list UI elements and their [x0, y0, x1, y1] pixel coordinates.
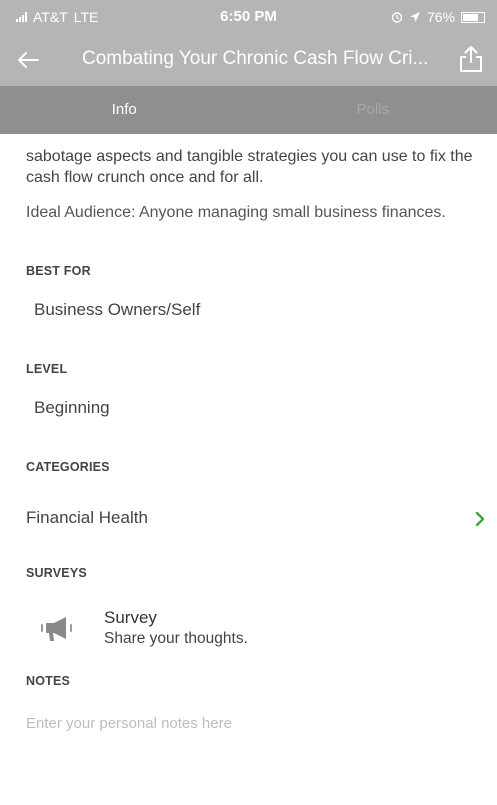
page-title: Combating Your Chronic Cash Flow Cri...	[82, 48, 429, 69]
ideal-audience: Ideal Audience: Anyone managing small bu…	[26, 204, 446, 221]
level-value: Beginning	[34, 398, 110, 417]
tab-info[interactable]: Info	[0, 86, 249, 134]
battery-fill	[463, 13, 479, 21]
status-bar: AT&T LTE 6:50 PM 76%	[0, 0, 497, 34]
notes-label: NOTES	[26, 674, 71, 688]
battery-percent: 76%	[426, 9, 455, 25]
category-label: Financial Health	[26, 508, 148, 527]
alarm-icon	[391, 12, 403, 23]
survey-item[interactable]: Survey Share your thoughts.	[0, 602, 497, 658]
back-arrow-icon[interactable]	[14, 46, 42, 74]
best-for-value: Business Owners/Self	[34, 300, 201, 319]
surveys-label: SURVEYS	[26, 566, 87, 580]
survey-subtitle: Share your thoughts.	[104, 630, 248, 647]
chevron-right-icon	[475, 512, 485, 526]
categories-label: CATEGORIES	[26, 460, 110, 474]
status-right: 76%	[391, 9, 485, 25]
notes-input[interactable]	[26, 710, 466, 736]
best-for-label: BEST FOR	[26, 264, 91, 278]
tab-bar: Info Polls	[0, 86, 497, 134]
category-item-financial-health[interactable]: Financial Health	[0, 498, 497, 538]
share-icon[interactable]	[457, 44, 485, 74]
event-description: sabotage aspects and tangible strategies…	[26, 148, 473, 186]
level-label: LEVEL	[26, 362, 68, 376]
location-icon	[409, 12, 420, 22]
megaphone-icon	[41, 617, 72, 641]
battery-icon	[461, 11, 485, 23]
tab-polls[interactable]: Polls	[249, 86, 497, 134]
nav-bar: Combating Your Chronic Cash Flow Cri...	[0, 34, 497, 86]
survey-title: Survey	[104, 608, 157, 627]
